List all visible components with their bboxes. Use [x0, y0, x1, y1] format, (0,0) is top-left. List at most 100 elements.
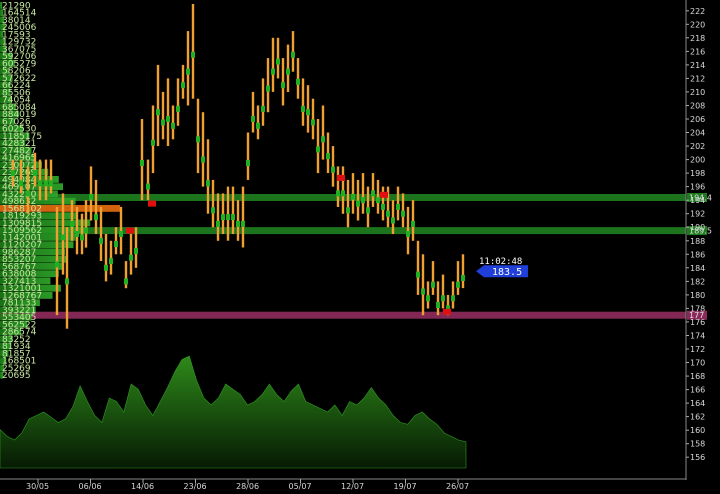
price-bar: [231, 186, 235, 234]
price-bar: [201, 112, 205, 187]
price-bar-body: [366, 207, 370, 214]
level-band: [0, 311, 686, 319]
price-bar: [361, 173, 365, 214]
price-bar-body: [441, 295, 445, 302]
profile-label: 20695: [2, 371, 31, 381]
price-bar: [301, 78, 305, 126]
price-bar: [426, 281, 430, 309]
price-bar: [321, 105, 325, 160]
volume-profile: 2129016451438014245006175931297323670755…: [0, 1, 120, 381]
price-bar-body: [104, 264, 108, 271]
price-bar-body: [421, 288, 425, 295]
price-bar-body: [401, 210, 405, 217]
y-tick-label: 212: [690, 74, 705, 83]
price-bar-body: [291, 51, 295, 58]
y-tick-label: 222: [690, 7, 705, 16]
y-tick-label: 194: [690, 196, 705, 205]
price-bar: [49, 159, 53, 194]
price-bar-body: [226, 214, 230, 221]
price-bar: [441, 274, 445, 309]
price-bar: [181, 64, 185, 99]
price-bar-body: [251, 116, 255, 122]
price-bar-body: [196, 136, 200, 143]
y-tick-label: 200: [690, 156, 705, 165]
price-bar-body: [256, 122, 260, 129]
current-price: 183.5: [492, 267, 522, 278]
price-bar-body: [65, 278, 69, 285]
price-bar-body: [391, 217, 395, 224]
price-bar-body: [11, 170, 15, 177]
y-tick-label: 190: [690, 223, 705, 232]
price-bar-body: [346, 207, 350, 214]
price-bar: [336, 166, 340, 207]
price-bar-body: [376, 197, 380, 204]
price-bar: [431, 261, 435, 295]
price-bar: [366, 186, 370, 228]
price-bar-body: [61, 234, 65, 241]
price-bar-body: [191, 51, 195, 58]
price-bar-body: [70, 220, 74, 227]
price-bar: [129, 234, 133, 275]
y-tick-label: 170: [690, 359, 705, 368]
y-tick-label: 174: [690, 332, 705, 341]
volume-area-fill: [0, 355, 467, 469]
x-tick-label: 28/06: [236, 482, 259, 491]
price-bar-body: [371, 190, 375, 197]
y-tick-label: 202: [690, 142, 705, 151]
y-tick-label: 172: [690, 345, 705, 354]
price-bar: [356, 179, 360, 221]
price-bar-body: [114, 241, 118, 248]
signal-marker: [443, 308, 451, 315]
price-bar-body: [166, 116, 170, 122]
price-bar-body: [416, 271, 420, 278]
price-bar-body: [216, 220, 220, 227]
price-bar: [161, 91, 165, 140]
price-bar: [44, 159, 48, 201]
price-bar: [436, 281, 440, 316]
price-bar-body: [461, 275, 465, 281]
y-tick-label: 180: [690, 291, 705, 300]
price-bar: [291, 31, 295, 72]
price-bar-body: [151, 139, 155, 146]
current-price-badge: 11:02:48183.5: [476, 257, 528, 278]
price-bar: [216, 193, 220, 241]
price-bar-body: [19, 180, 23, 187]
y-tick-label: 186: [690, 250, 705, 259]
y-tick-label: 220: [690, 20, 705, 29]
price-bar-body: [33, 170, 37, 177]
price-bar-body: [286, 68, 290, 75]
price-bar: [371, 173, 375, 207]
price-bar: [176, 78, 180, 126]
price-bar-body: [331, 166, 335, 173]
price-bar: [416, 240, 420, 295]
price-bar: [261, 78, 265, 126]
price-bar-body: [326, 153, 330, 160]
price-bar: [19, 159, 23, 194]
y-tick-label: 178: [690, 304, 705, 313]
price-bar-body: [146, 183, 150, 190]
x-tick-label: 05/07: [289, 482, 312, 491]
price-bar: [70, 200, 74, 241]
y-axis: 156 158 160 162 164 166 168 170 172 174 176 178 180 1…: [685, 0, 705, 480]
price-bars: [11, 4, 465, 329]
y-tick-label: 182: [690, 277, 705, 286]
price-bar: [171, 105, 175, 140]
y-tick-label: 192: [690, 210, 705, 219]
y-tick-label: 166: [690, 386, 705, 395]
price-bar: [26, 166, 30, 214]
price-bar: [281, 58, 285, 106]
price-bar: [104, 234, 108, 282]
price-bar: [119, 206, 123, 255]
price-chart[interactable]: 194.4189.5177 21290164514380142450061759…: [0, 0, 720, 494]
price-bar-body: [356, 200, 360, 207]
y-tick-label: 216: [690, 47, 705, 56]
y-tick-label: 208: [690, 102, 705, 111]
price-bar: [140, 119, 144, 201]
price-bar-body: [361, 197, 365, 204]
price-bar-body: [411, 220, 415, 227]
price-bar-body: [171, 122, 175, 129]
price-bar: [421, 254, 425, 316]
price-bar: [271, 37, 275, 92]
price-bar-body: [206, 180, 210, 187]
signal-marker: [126, 227, 134, 234]
